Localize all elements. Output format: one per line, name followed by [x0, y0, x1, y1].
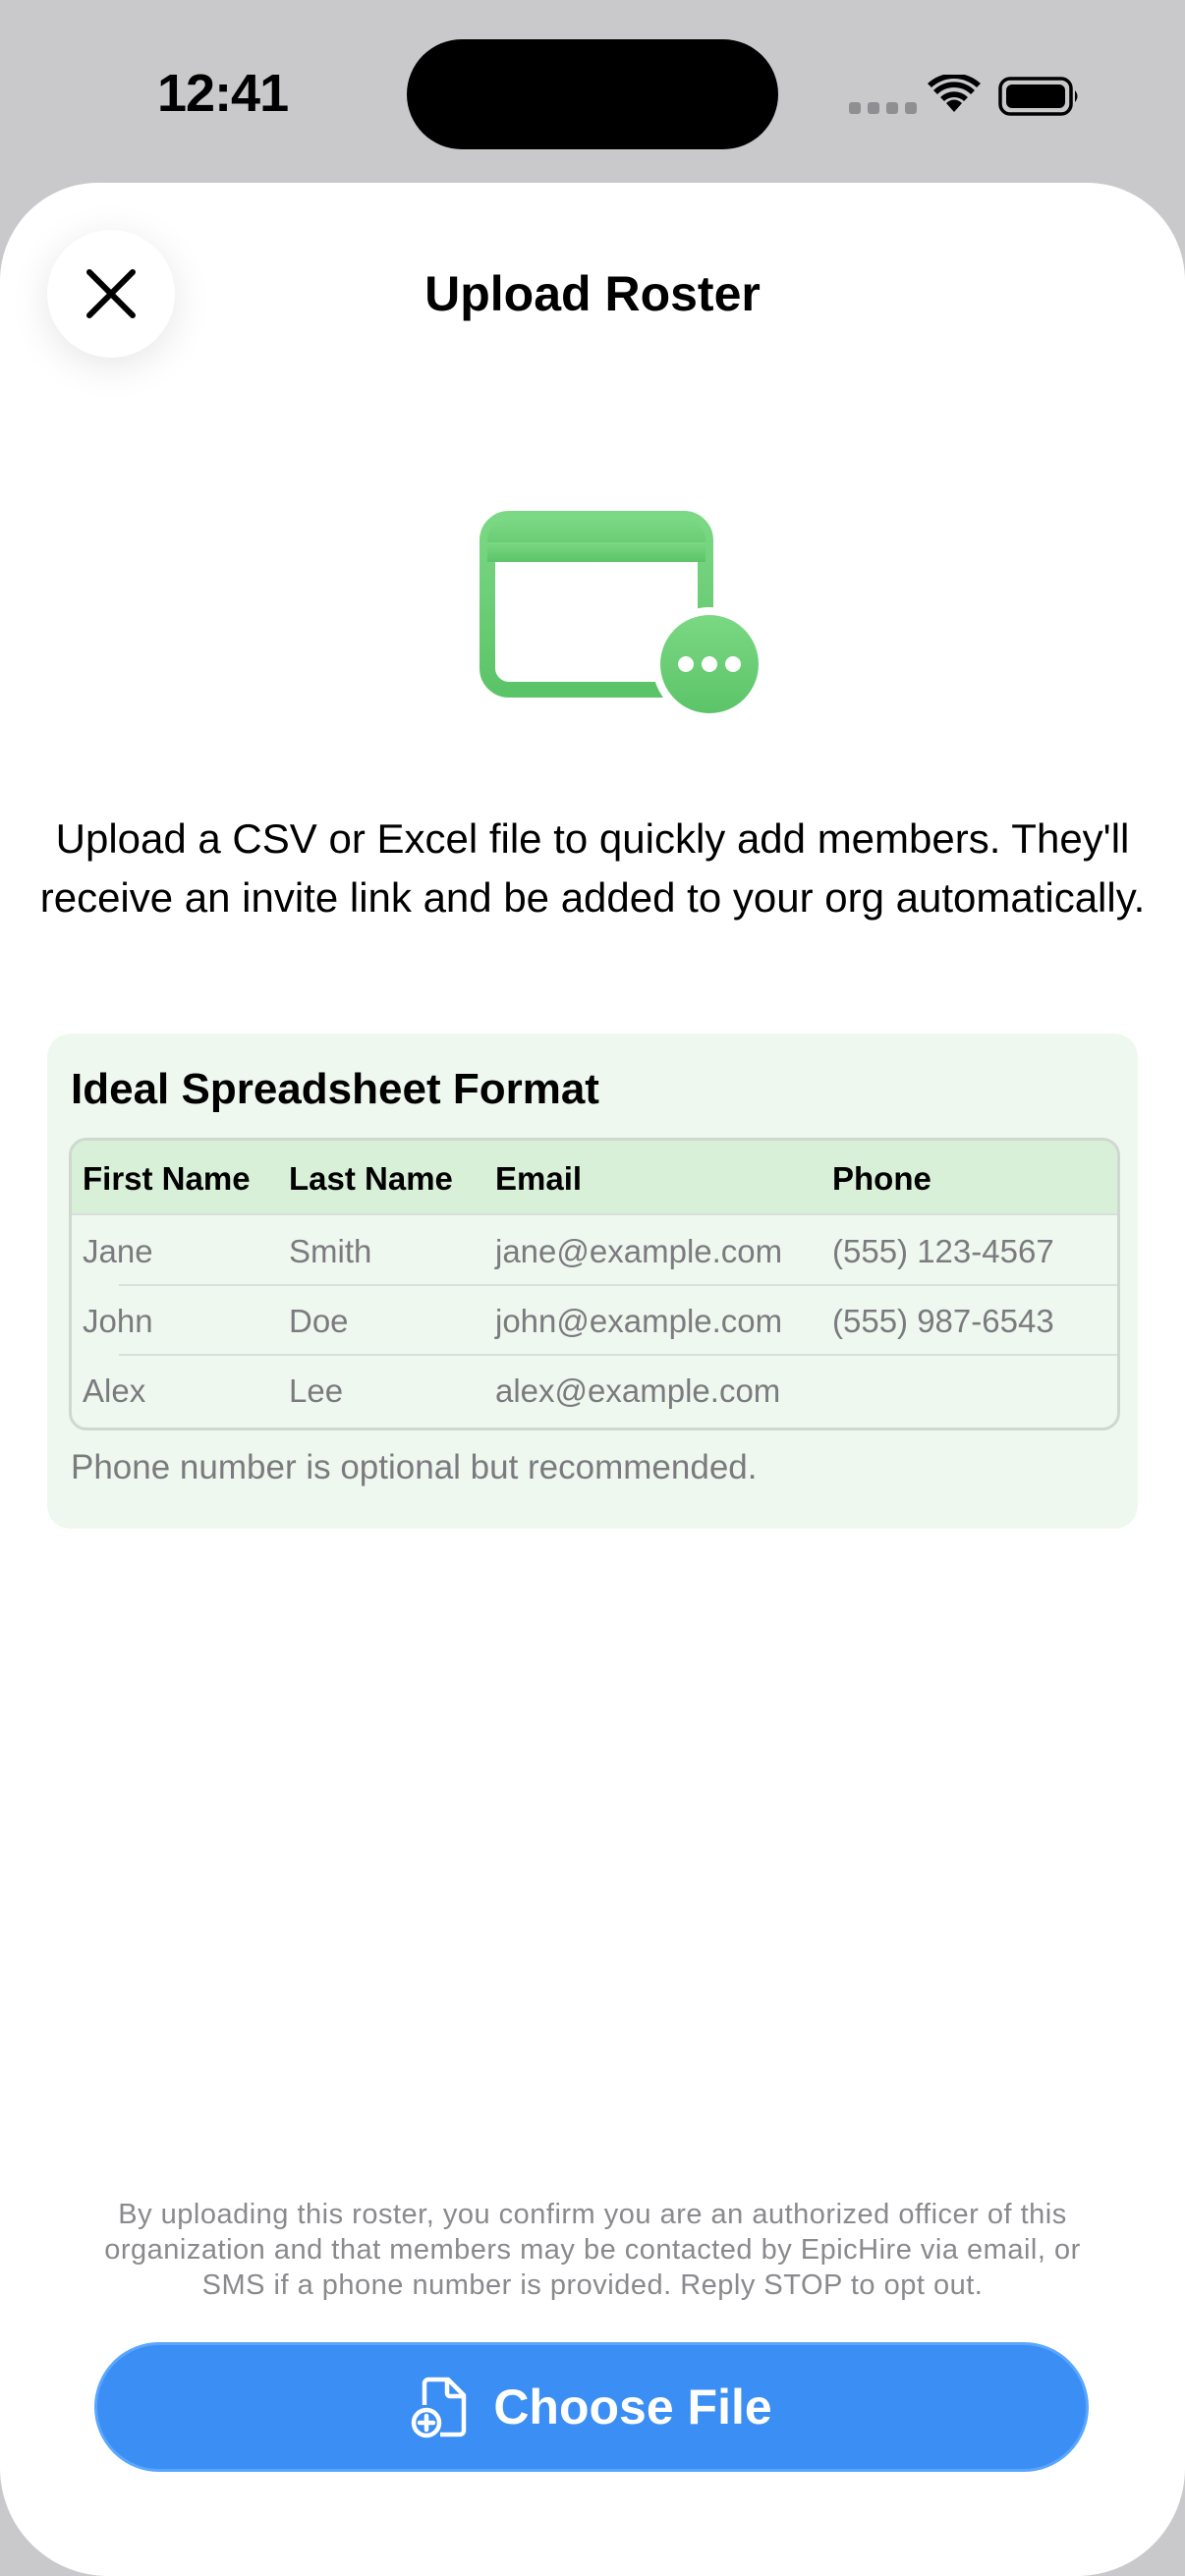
- cell-email: john@example.com: [495, 1303, 783, 1339]
- spreadsheet-more-icon: [480, 511, 762, 715]
- cell-first-name: John: [83, 1303, 153, 1339]
- format-card-title: Ideal Spreadsheet Format: [71, 1065, 599, 1113]
- choose-file-label: Choose File: [493, 2380, 772, 2435]
- cell-last-name: Smith: [289, 1233, 372, 1269]
- cellular-signal-icon: [849, 102, 917, 114]
- column-header-phone: Phone: [832, 1160, 931, 1197]
- cell-email: jane@example.com: [495, 1233, 783, 1269]
- column-header-email: Email: [495, 1160, 583, 1197]
- upload-description: Upload a CSV or Excel file to quickly ad…: [39, 815, 1146, 921]
- table-header: First Name Last Name Email Phone: [72, 1141, 1117, 1215]
- row-divider: [119, 1354, 1117, 1356]
- legal-consent-text: By uploading this roster, you confirm yo…: [104, 2199, 1081, 2301]
- status-bar: 12:41: [0, 0, 1185, 187]
- choose-file-button[interactable]: Choose File: [94, 2342, 1089, 2472]
- format-note: Phone number is optional but recommended…: [71, 1448, 758, 1486]
- document-add-icon: [412, 2377, 467, 2438]
- cell-first-name: Alex: [83, 1372, 146, 1409]
- dynamic-island: [407, 39, 778, 149]
- cell-last-name: Lee: [289, 1372, 344, 1409]
- row-divider: [119, 1284, 1117, 1286]
- format-card: Ideal Spreadsheet Format First Name Last…: [47, 1034, 1138, 1529]
- upload-roster-sheet: Upload Roster Upload a CSV or Excel file…: [0, 183, 1185, 2576]
- wifi-icon: [928, 75, 981, 112]
- cell-phone: (555) 123-4567: [832, 1233, 1054, 1269]
- battery-icon: [998, 77, 1078, 116]
- cell-first-name: Jane: [83, 1233, 153, 1269]
- status-time: 12:41: [157, 64, 289, 123]
- column-header-first-name: First Name: [83, 1160, 251, 1197]
- sheet-title: Upload Roster: [424, 266, 761, 321]
- cell-last-name: Doe: [289, 1303, 349, 1339]
- sample-table: First Name Last Name Email Phone Jane Sm…: [69, 1138, 1120, 1430]
- cell-email: alex@example.com: [495, 1372, 781, 1409]
- column-header-last-name: Last Name: [289, 1160, 453, 1197]
- cell-phone: (555) 987-6543: [832, 1303, 1054, 1339]
